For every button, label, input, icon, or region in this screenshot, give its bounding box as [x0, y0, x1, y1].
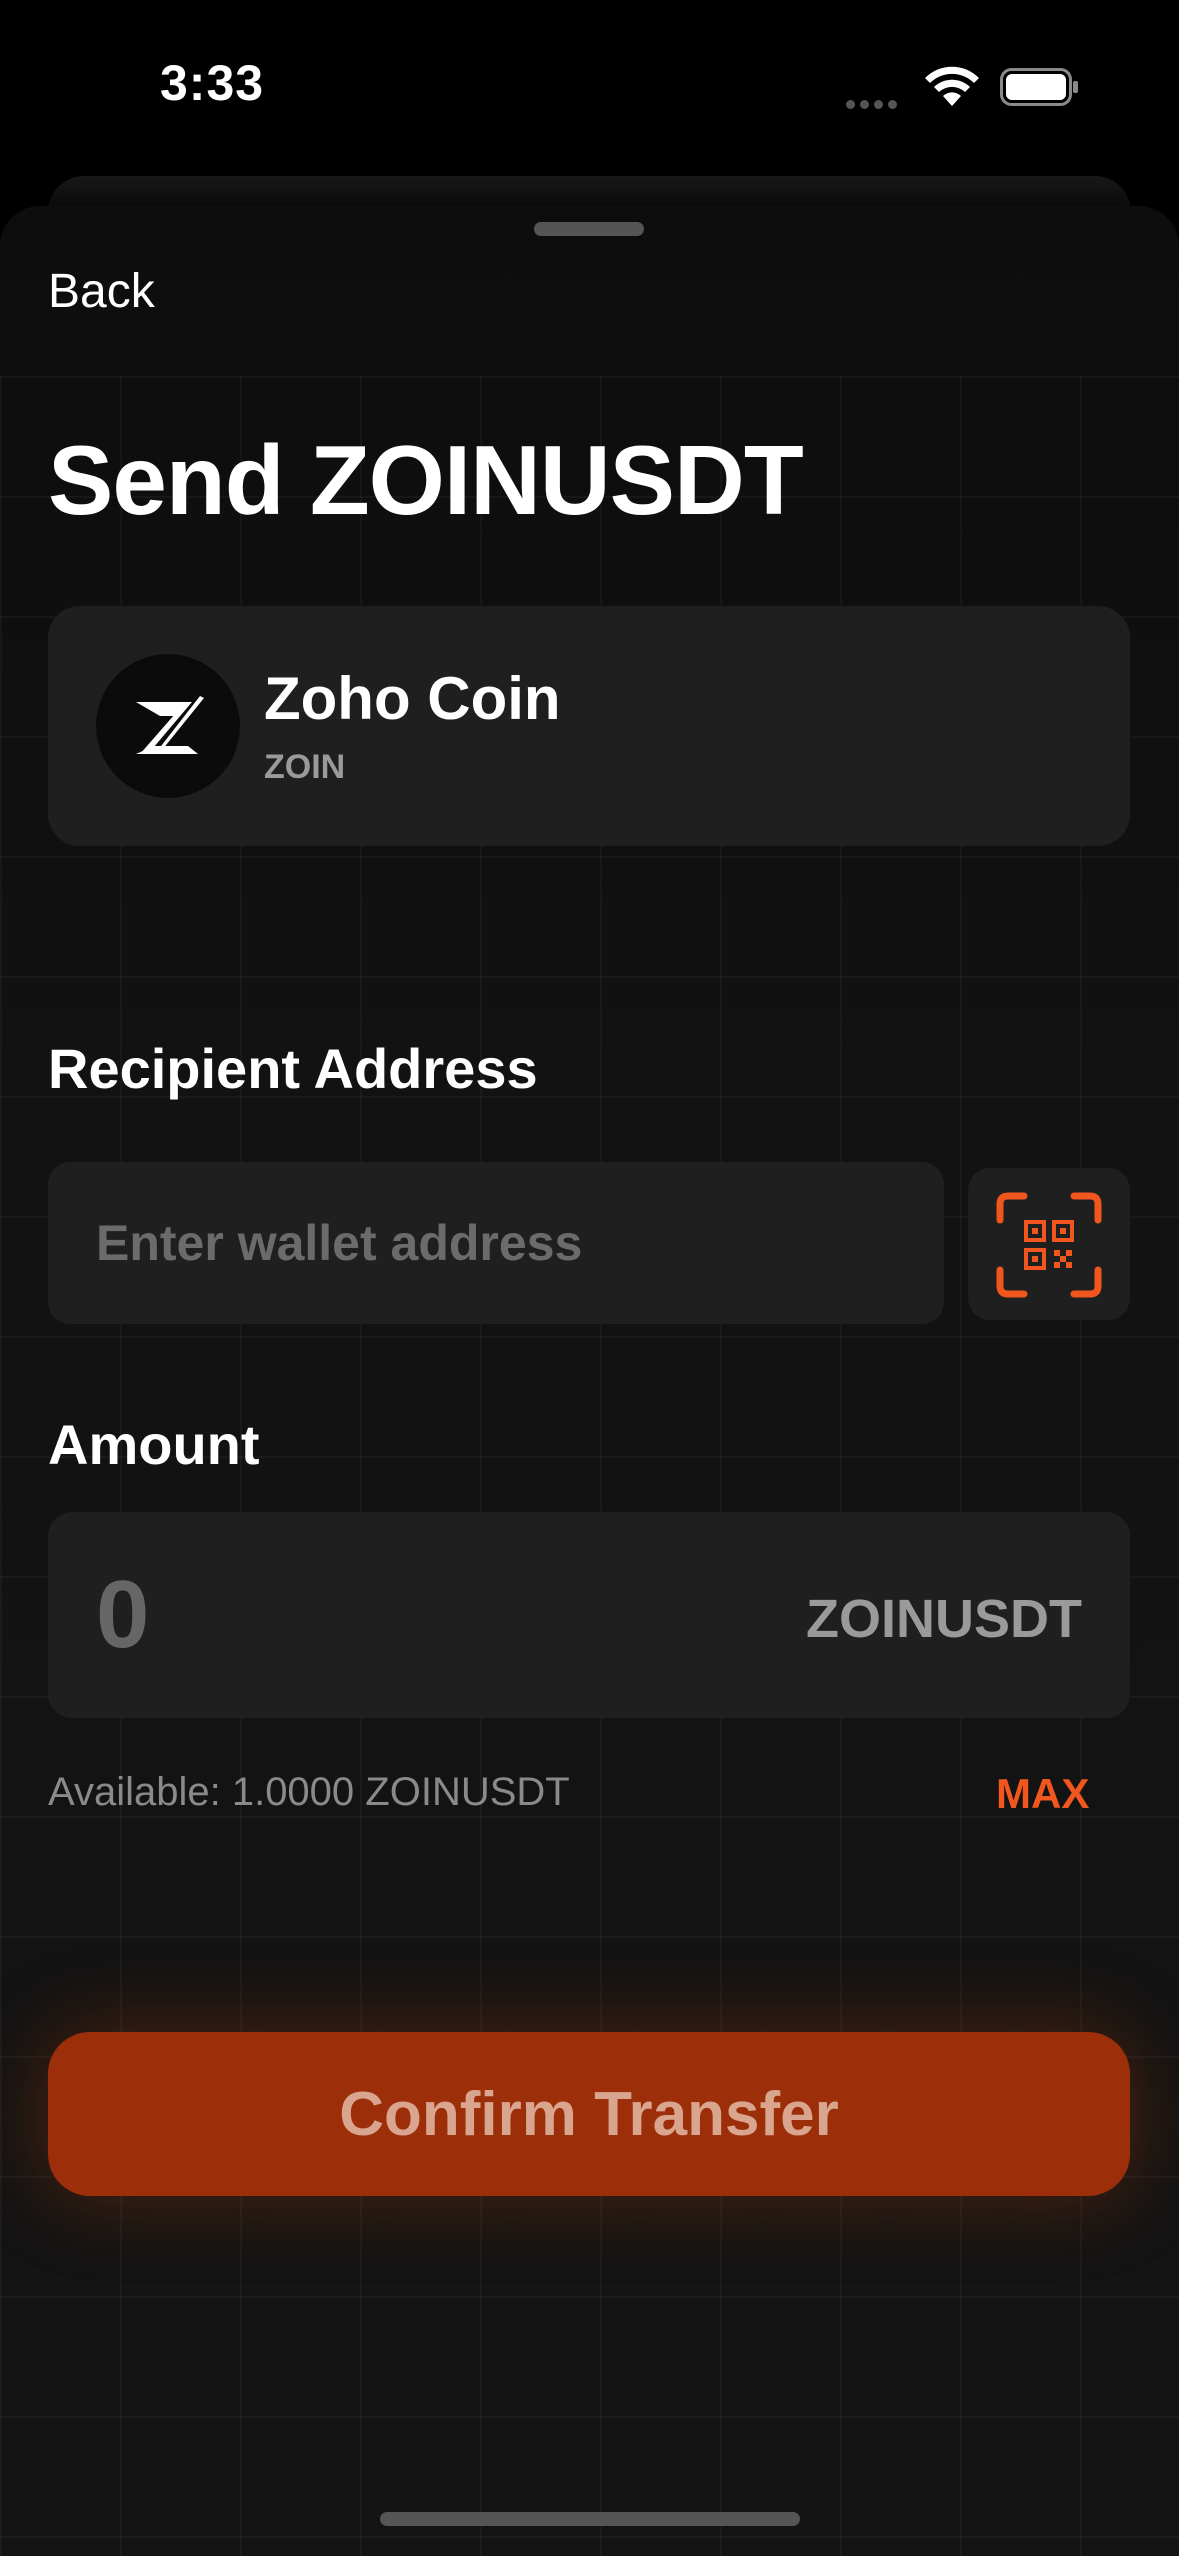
wifi-icon [925, 66, 979, 106]
amount-unit: ZOINUSDT [806, 1589, 1082, 1649]
page-title: Send ZOINUSDT [48, 425, 804, 535]
coin-name: Zoho Coin [264, 665, 561, 732]
available-balance: Available: 1.0000 ZOINUSDT [48, 1770, 570, 1814]
amount-label: Amount [48, 1413, 260, 1476]
amount-value: 0 [96, 1561, 150, 1668]
send-screen: 3:33 Back Send ZOINUSDT Zoho Coin ZOIN R… [0, 0, 1179, 2556]
status-time: 3:33 [160, 55, 265, 111]
coin-symbol: ZOIN [264, 748, 346, 786]
amount-input[interactable]: 0 ZOINUSDT [48, 1512, 1130, 1718]
sheet-grabber[interactable] [534, 222, 644, 236]
battery-icon [1000, 68, 1078, 106]
qr-scan-button[interactable] [968, 1168, 1130, 1320]
send-sheet: Back Send ZOINUSDT Zoho Coin ZOIN Recipi… [0, 206, 1179, 2556]
wallet-address-input[interactable] [48, 1162, 944, 1324]
back-button[interactable]: Back [48, 264, 155, 319]
recipient-label: Recipient Address [48, 1037, 538, 1100]
zoin-logo-icon [96, 654, 240, 798]
home-indicator [380, 2512, 800, 2526]
status-bar: 3:33 [0, 0, 1179, 170]
coin-card[interactable]: Zoho Coin ZOIN [48, 606, 1130, 846]
confirm-transfer-button[interactable]: Confirm Transfer [48, 2032, 1130, 2196]
qr-scan-icon [996, 1192, 1102, 1298]
max-button[interactable]: MAX [996, 1770, 1089, 1818]
cellular-signal-icon [846, 96, 906, 109]
